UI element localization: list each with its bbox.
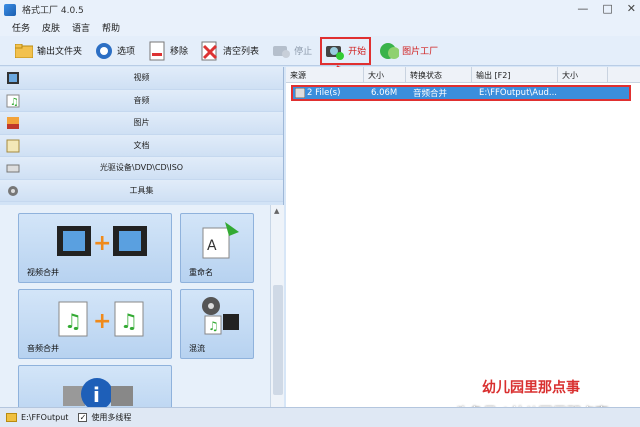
category-document-label: 文档 [133,140,150,150]
info-icon: i [63,378,133,407]
tile-video-merge-label: 视频合并 [27,268,59,277]
tile-mix[interactable]: ♫ 混流 [180,289,254,359]
film-icon [7,72,19,84]
sidebar-scrollbar[interactable]: ▲ [270,205,284,407]
remove-button[interactable]: 移除 [143,38,192,64]
rename-icon: A [202,222,239,259]
window-controls: — □ ✕ [577,2,636,15]
tile-rename[interactable]: A 重命名 [180,213,254,283]
close-button[interactable]: ✕ [627,2,636,15]
output-folder-label: 输出文件夹 [37,47,83,57]
category-video[interactable]: 视频 [0,67,283,90]
toolbar: 输出文件夹 选项 移除 清空列表 停止 开始 图片工厂 [0,36,640,66]
clear-list-label: 清空列表 [223,47,260,57]
row-status: 音频合并 [413,89,448,99]
remove-label: 移除 [170,47,189,57]
category-tools[interactable]: 工具集 [0,179,283,202]
start-label: 开始 [348,47,367,57]
stop-label: 停止 [294,47,313,57]
svg-text:♫: ♫ [208,319,219,333]
svg-text:i: i [93,383,100,407]
row-output: E:\FFOutput\Aud... [479,88,557,98]
multithread-checkbox[interactable]: ✓ [78,413,88,422]
clear-list-button[interactable]: 清空列表 [196,38,263,64]
menu-skin[interactable]: 皮肤 [42,21,60,34]
file-icon [295,88,305,98]
tile-rename-label: 重命名 [189,268,213,277]
folder-icon [6,413,17,422]
tools-panel: + 视频合并 A 重命名 ♫ + ♫ 音频合并 ♫ 混流 i ▲ [0,205,284,407]
tile-video-merge[interactable]: + 视频合并 [18,213,172,283]
options-button[interactable]: 选项 [90,38,139,64]
column-status[interactable]: 转换状态 [406,67,472,82]
music-note-icon: ♫ [6,94,20,108]
start-button[interactable]: 开始 [320,36,372,65]
tile-audio-merge[interactable]: ♫ + ♫ 音频合并 [18,289,172,359]
category-audio-label: 音频 [133,95,150,105]
svg-text:♫: ♫ [120,309,138,333]
multithread-label: 使用多线程 [91,413,132,422]
category-picture[interactable]: 图片 [0,112,283,135]
disc-drive-icon [6,164,20,173]
menu-help[interactable]: 帮助 [102,21,120,34]
category-video-label: 视频 [133,73,150,83]
svg-text:♫: ♫ [10,97,19,108]
status-bar: E:\FFOutput ✓ 使用多线程 [0,407,640,427]
sidebar: 视频 ♫ 音频 图片 文档 光驱设备\DVD\CD\ISO 工具集 + 视频合并… [0,67,284,407]
menu-bar: 任务 皮肤 语言 帮助 [0,19,640,36]
category-picture-label: 图片 [133,118,150,128]
task-list: 来源 大小 转换状态 输出 [F2] 大小 2 File(s) 6.06M 音频… [286,67,640,407]
title-bar: 格式工厂 4.0.5 — □ ✕ [0,0,640,19]
table-row[interactable]: 2 File(s) 6.06M 音频合并 E:\FFOutput\Aud... [291,85,631,101]
column-size[interactable]: 大小 [364,67,406,82]
list-header: 来源 大小 转换状态 输出 [F2] 大小 [286,67,640,83]
document-icon [6,139,20,152]
tools-icon [8,185,18,196]
svg-text:A: A [207,238,217,254]
picture-icon [7,117,19,129]
category-disc-label: 光驱设备\DVD\CD\ISO [99,163,184,173]
category-tools-label: 工具集 [129,185,154,195]
output-path: E:\FFOutput [21,413,69,422]
stop-button[interactable]: 停止 [267,38,316,64]
folder-icon [14,41,34,61]
start-icon [325,41,345,61]
category-document[interactable]: 文档 [0,134,283,157]
watermark-red: 幼儿园里那点事 [482,380,580,396]
audio-merge-icon: ♫ + ♫ [58,301,144,337]
tile-audio-merge-label: 音频合并 [27,344,59,353]
output-folder-button[interactable]: 输出文件夹 [10,38,86,64]
svg-text:♫: ♫ [64,309,82,333]
svg-text:+: + [93,231,111,256]
picture-factory-label: 图片工厂 [402,47,439,57]
row-size: 6.06M [371,88,398,98]
maximize-button[interactable]: □ [602,2,612,15]
picture-factory-button[interactable]: 图片工厂 [375,38,442,64]
minimize-button[interactable]: — [577,2,588,15]
tile-mix-label: 混流 [189,344,205,353]
row-source: 2 File(s) [307,88,341,98]
app-icon [4,3,16,16]
video-merge-icon: + [57,226,147,256]
menu-task[interactable]: 任务 [12,21,30,34]
mix-icon: ♫ [202,297,239,335]
remove-icon [147,41,167,61]
scroll-up-icon[interactable]: ▲ [274,207,279,215]
gear-icon [94,41,114,61]
column-output-size[interactable]: 大小 [558,67,608,82]
clear-list-icon [200,41,220,61]
menu-language[interactable]: 语言 [72,21,90,34]
column-source[interactable]: 来源 [286,67,364,82]
category-disc[interactable]: 光驱设备\DVD\CD\ISO [0,157,283,180]
category-audio[interactable]: ♫ 音频 [0,89,283,112]
window-title: 格式工厂 4.0.5 [22,6,84,16]
options-label: 选项 [117,47,136,57]
svg-text:+: + [93,309,111,334]
column-output[interactable]: 输出 [F2] [472,67,558,82]
picture-factory-icon [379,41,400,61]
scrollbar-thumb[interactable] [273,285,283,395]
tile-media-info[interactable]: i [18,365,172,407]
stop-icon [271,41,291,61]
